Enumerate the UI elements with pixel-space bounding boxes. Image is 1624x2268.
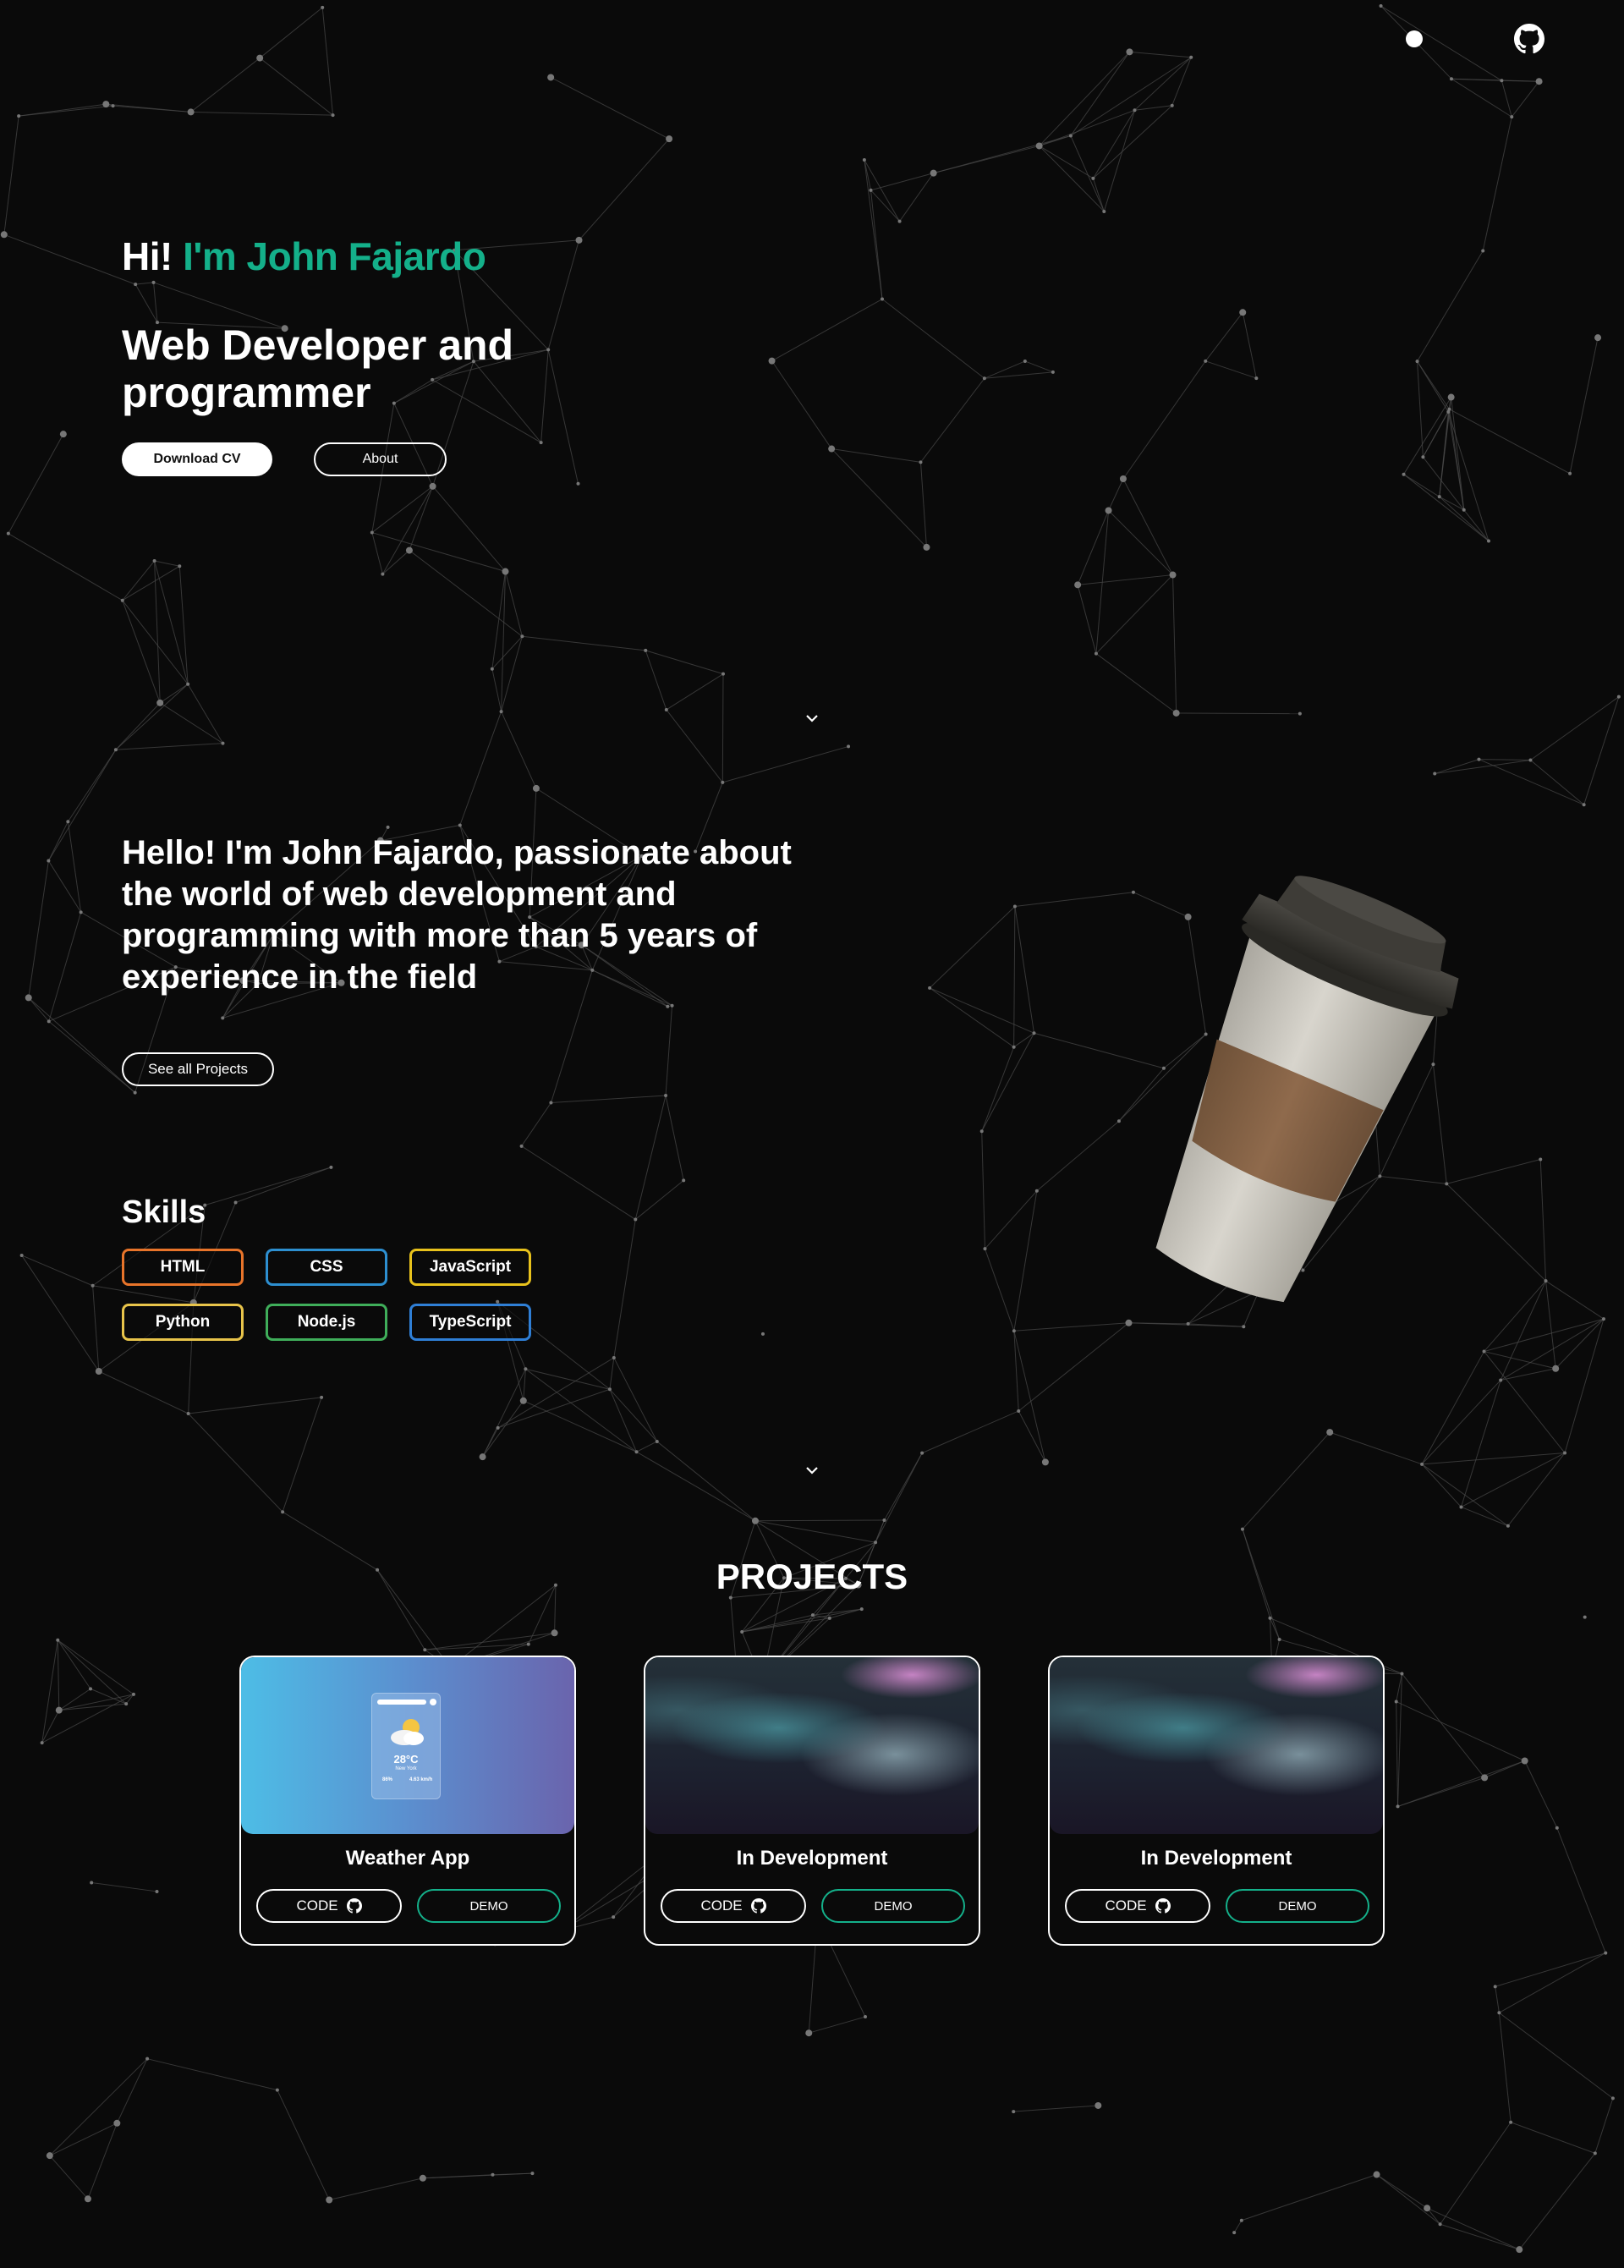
skill-badge: Node.js	[266, 1304, 387, 1341]
github-icon	[1155, 1898, 1171, 1914]
skill-badge: TypeScript	[409, 1304, 531, 1341]
github-icon[interactable]	[1514, 24, 1544, 54]
skill-badge: Python	[122, 1304, 244, 1341]
code-button[interactable]: CODE	[256, 1889, 402, 1923]
code-label: CODE	[1105, 1897, 1147, 1914]
download-cv-button[interactable]: Download CV	[122, 442, 272, 476]
project-thumbnail	[1050, 1657, 1383, 1834]
search-bar	[377, 1700, 426, 1705]
code-label: CODE	[296, 1897, 338, 1914]
project-thumbnail	[645, 1657, 979, 1834]
coffee-cup-icon	[1155, 876, 1459, 1303]
demo-button[interactable]: DEMO	[417, 1889, 561, 1923]
city-name: New York	[395, 1766, 417, 1771]
demo-button[interactable]: DEMO	[821, 1889, 965, 1923]
demo-button[interactable]: DEMO	[1226, 1889, 1369, 1923]
weather-app-preview: 28°C New York 86% 4.63 km/h	[371, 1693, 441, 1799]
about-button[interactable]: About	[314, 442, 447, 476]
humidity: 86%	[382, 1777, 393, 1782]
chevron-down-icon[interactable]	[803, 1464, 821, 1476]
temperature: 28°C	[393, 1753, 419, 1766]
hero-greeting: Hi! I'm John Fajardo	[122, 233, 486, 279]
see-all-projects-button[interactable]: See all Projects	[122, 1052, 274, 1086]
skills-title: Skills	[122, 1194, 206, 1230]
skill-badge: HTML	[122, 1249, 244, 1286]
project-title: In Development	[736, 1847, 888, 1870]
code-button[interactable]: CODE	[1065, 1889, 1210, 1923]
projects-title: PROJECTS	[716, 1557, 908, 1596]
code-button[interactable]: CODE	[661, 1889, 806, 1923]
github-icon	[750, 1898, 766, 1914]
skill-badge: JavaScript	[409, 1249, 531, 1286]
github-icon	[346, 1898, 362, 1914]
skill-badge: CSS	[266, 1249, 387, 1286]
project-card: In Development CODE DEMO	[1048, 1656, 1385, 1946]
project-thumbnail: 28°C New York 86% 4.63 km/h	[241, 1657, 574, 1834]
about-text: Hello! I'm John Fajardo, passionate abou…	[122, 834, 792, 996]
chevron-down-icon[interactable]	[803, 712, 821, 724]
cloud-sun-icon	[391, 1719, 424, 1745]
project-card: 28°C New York 86% 4.63 km/h Weather App …	[239, 1656, 576, 1946]
project-title: Weather App	[345, 1847, 470, 1870]
wind-speed: 4.63 km/h	[409, 1777, 433, 1782]
hero-name: I'm John Fajardo	[183, 234, 486, 278]
skills-grid: HTML CSS JavaScript Python Node.js TypeS…	[122, 1249, 562, 1341]
project-title: In Development	[1140, 1847, 1292, 1870]
hero-subtitle: Web Developer and programmer	[122, 321, 514, 416]
greeting-text: Hi!	[122, 234, 173, 278]
project-card: In Development CODE DEMO	[644, 1656, 980, 1946]
search-icon	[430, 1699, 436, 1705]
code-label: CODE	[700, 1897, 743, 1914]
theme-toggle-button[interactable]	[1406, 30, 1423, 47]
